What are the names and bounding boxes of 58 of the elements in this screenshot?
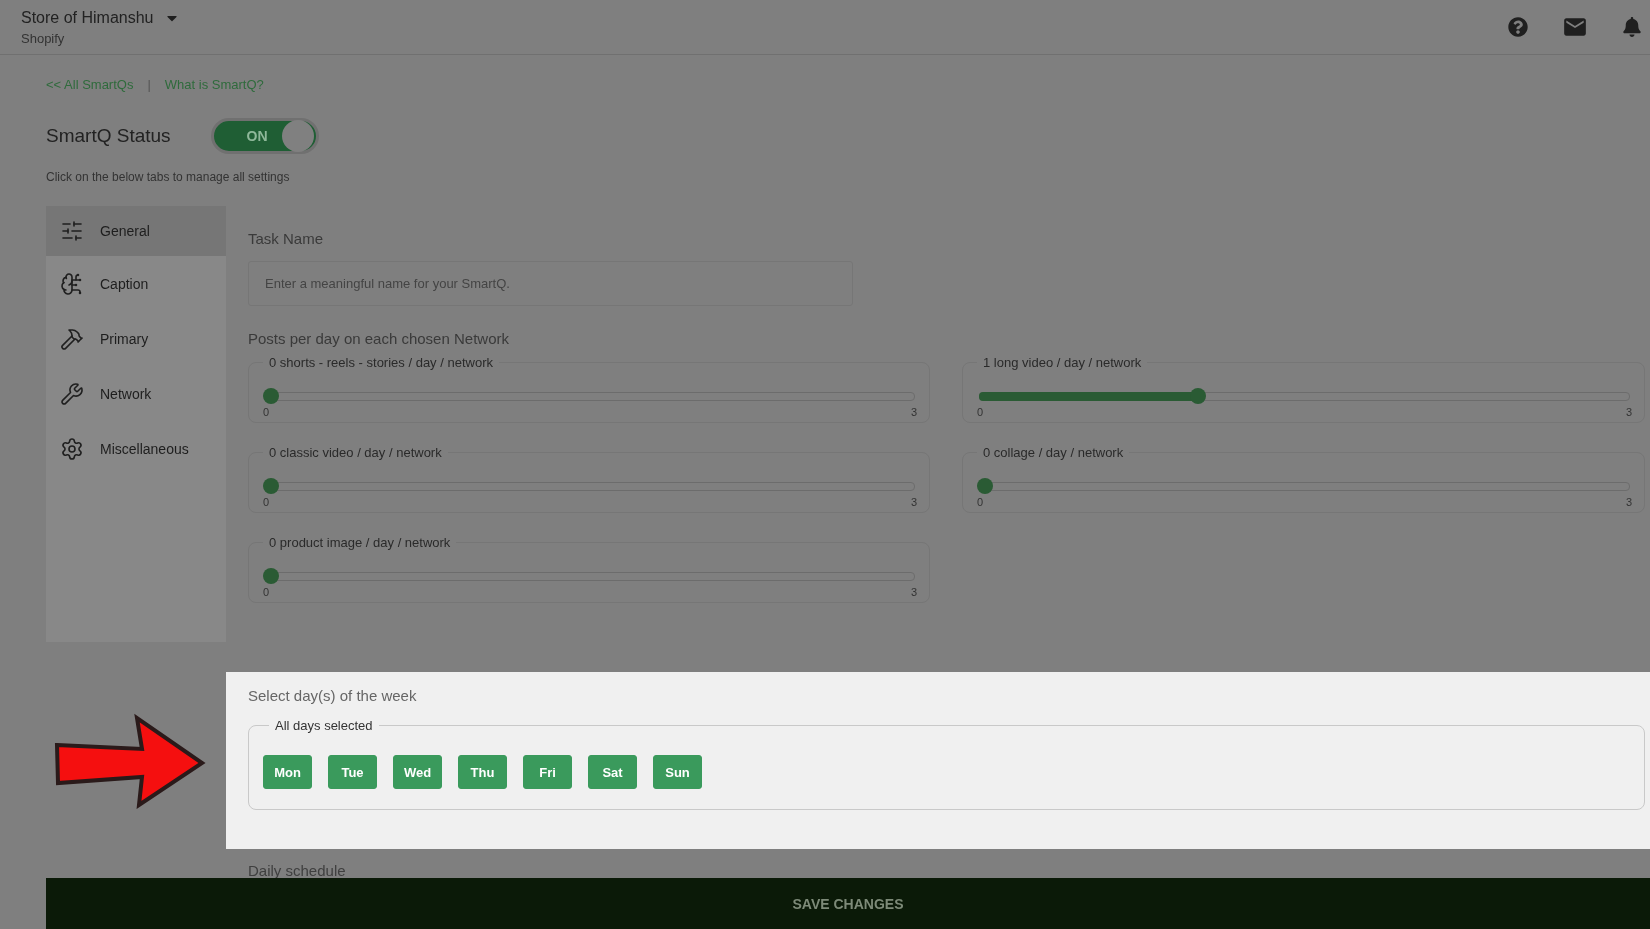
slider-min: 0 (977, 406, 984, 418)
bell-icon[interactable] (1622, 17, 1642, 37)
slider-min: 0 (977, 496, 984, 508)
gear-icon (60, 436, 84, 461)
status-title: SmartQ Status (46, 125, 171, 147)
task-name-label: Task Name (248, 230, 325, 247)
slider-thumb[interactable] (263, 388, 279, 404)
slider-thumb[interactable] (263, 568, 279, 584)
slider-track[interactable] (977, 388, 1632, 404)
day-button[interactable]: Sun (653, 755, 702, 789)
day-button[interactable]: Fri (523, 755, 572, 789)
store-name: Store of Himanshu (21, 8, 154, 27)
sidebar-tab[interactable]: General (46, 206, 226, 256)
slider-thumb[interactable] (263, 478, 279, 494)
slider-thumb[interactable] (977, 478, 993, 494)
slider-track[interactable] (263, 388, 917, 404)
slider-label: 0 classic video / day / network (268, 445, 443, 460)
sliders-icon (60, 219, 84, 243)
slider-label: 1 long video / day / network (982, 355, 1143, 370)
slider-max: 3 (1625, 406, 1632, 418)
day-button[interactable]: Mon (263, 755, 312, 789)
arrow-icon (54, 712, 206, 809)
link-separator: | (147, 77, 151, 92)
brain-head-icon (60, 271, 84, 296)
slider-label: 0 collage / day / network (982, 445, 1125, 460)
task-name-field[interactable]: Enter a meaningful name for your SmartQ. (248, 261, 853, 306)
save-button[interactable]: SAVE CHANGES (46, 878, 1650, 929)
wrench-icon (60, 381, 84, 406)
days-legend: All days selected (269, 718, 379, 733)
slider-max: 3 (910, 496, 917, 508)
sidebar-tab[interactable]: Primary (46, 311, 226, 366)
slider-max: 3 (1625, 496, 1632, 508)
hint-text: Click on the below tabs to manage all settings (46, 170, 291, 184)
platform-name: Shopify (21, 30, 66, 46)
sidebar-tab[interactable]: Miscellaneous (46, 421, 226, 476)
status-toggle[interactable]: ON (210, 118, 319, 154)
help-icon[interactable] (1508, 17, 1528, 37)
hammer-icon (60, 326, 84, 351)
slider-max: 3 (910, 586, 917, 598)
sidebar-tab[interactable]: Caption (46, 256, 226, 311)
slider-track[interactable] (263, 478, 917, 494)
day-button[interactable]: Sat (588, 755, 637, 789)
posts-label: Posts per day on each chosen Network (248, 330, 510, 347)
schedule-label: Daily schedule (247, 861, 347, 879)
slider-thumb[interactable] (1189, 388, 1206, 404)
slider-max: 3 (910, 406, 917, 418)
slider-label: 0 shorts - reels - stories / day / network (268, 355, 494, 370)
sidebar-tab[interactable]: Network (46, 366, 226, 421)
slider-min: 0 (263, 586, 270, 598)
slider-track[interactable] (263, 568, 917, 584)
slider-min: 0 (263, 496, 270, 508)
slider-label: 0 product image / day / network (268, 535, 452, 550)
slider-track[interactable] (977, 478, 1632, 494)
slider-min: 0 (263, 406, 270, 418)
days-label: Select day(s) of the week (248, 687, 418, 704)
day-button[interactable]: Tue (328, 755, 377, 789)
day-button[interactable]: Thu (458, 755, 507, 789)
day-button[interactable]: Wed (393, 755, 442, 789)
